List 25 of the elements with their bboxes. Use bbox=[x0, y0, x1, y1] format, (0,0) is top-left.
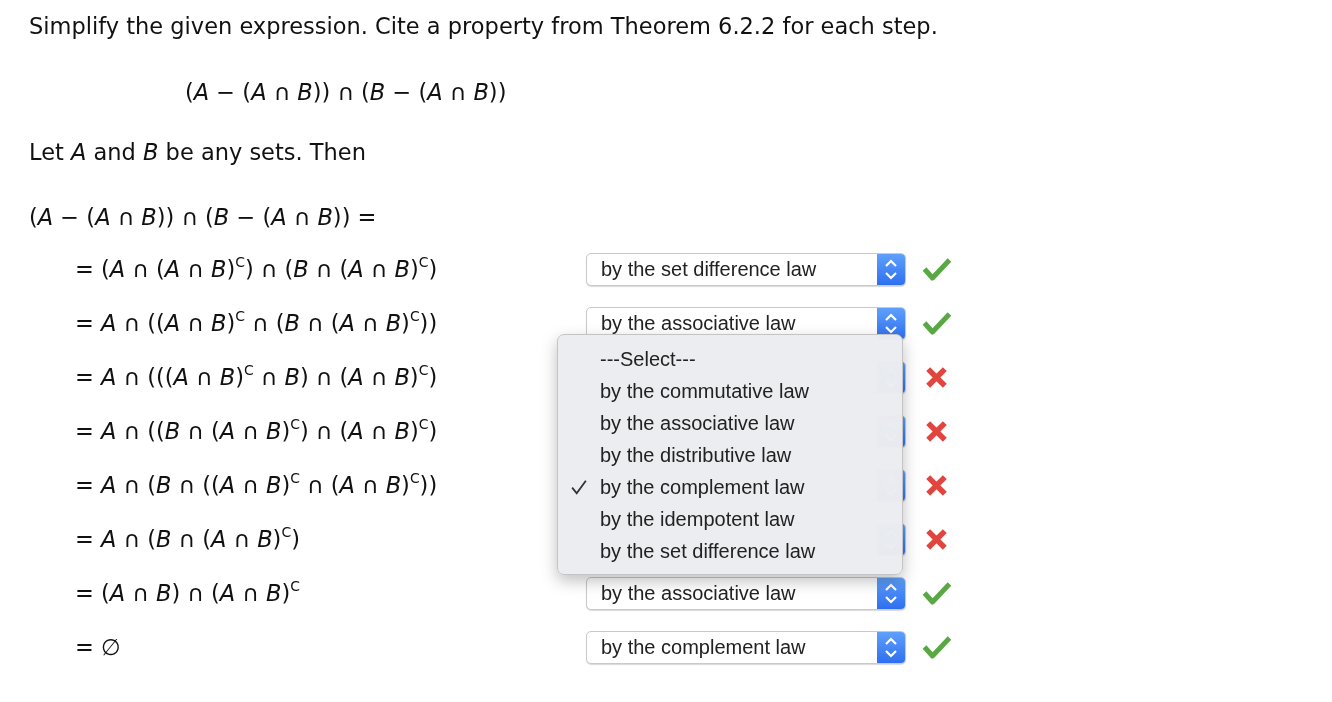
menu-option[interactable]: by the distributive law bbox=[558, 439, 902, 471]
menu-option[interactable]: ---Select--- bbox=[558, 343, 902, 375]
dropdown[interactable]: by the set difference law bbox=[586, 252, 906, 286]
instruction: Simplify the given expression. Cite a property from Theorem 6.2.2 for each step. bbox=[29, 12, 939, 41]
menu-option[interactable]: by the complement law bbox=[558, 471, 902, 503]
stepper-icon bbox=[877, 631, 905, 663]
math-expression: = (A ∩ B) ∩ (A ∩ B)$^{C}$ bbox=[75, 580, 300, 606]
math-expression: (A − (A ∩ B)) ∩ (B − (A ∩ B)) = bbox=[29, 203, 378, 232]
math-expression: = (A ∩ (A ∩ B)$^{C}$) ∩ (B ∩ (A ∩ B)$^{C}$) bbox=[75, 256, 438, 282]
intro-text: Let A and B be any sets. Then bbox=[29, 138, 367, 167]
menu-option[interactable]: by the idempotent law bbox=[558, 503, 902, 535]
menu-option[interactable]: by the associative law bbox=[558, 407, 902, 439]
menu-option[interactable]: by the commutative law bbox=[558, 375, 902, 407]
math-expression: = A ∩ (B ∩ (A ∩ B)$^{C}$) bbox=[75, 526, 300, 552]
stepper-icon bbox=[877, 253, 905, 285]
menu-option[interactable]: by the set difference law bbox=[558, 535, 902, 567]
math-expression: = A ∩ ((B ∩ (A ∩ B)$^{C}$) ∩ (A ∩ B)$^{C}$) bbox=[75, 418, 438, 444]
dropdown[interactable]: by the complement law bbox=[586, 630, 906, 664]
math-expression: = A ∩ ((A ∩ B)$^{C}$ ∩ (B ∩ (A ∩ B)$^{C}$)) bbox=[75, 310, 438, 336]
stepper-icon bbox=[877, 577, 905, 609]
math-expression: = ∅ bbox=[75, 634, 121, 660]
math-expression: = A ∩ (((A ∩ B)$^{C}$ ∩ B) ∩ (A ∩ B)$^{C}$) bbox=[75, 364, 438, 390]
math-expression: = A ∩ (B ∩ ((A ∩ B)$^{C}$ ∩ (A ∩ B)$^{C}$)) bbox=[75, 472, 438, 498]
math-expression: (A − (A ∩ B)) ∩ (B − (A ∩ B)) bbox=[185, 78, 508, 107]
dropdown[interactable]: by the associative law bbox=[586, 576, 906, 610]
